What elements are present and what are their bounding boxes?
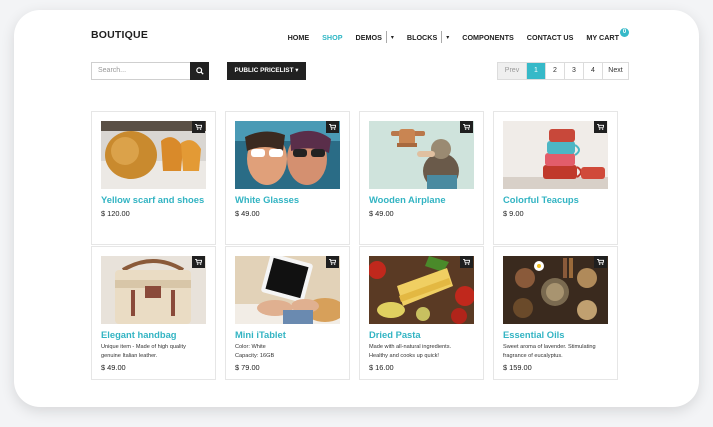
search-icon xyxy=(195,67,204,75)
cart-icon xyxy=(195,259,202,265)
pager-prev[interactable]: Prev xyxy=(498,63,526,79)
product-name[interactable]: White Glasses xyxy=(235,194,299,205)
nav-demos-label: DEMOS xyxy=(355,32,382,42)
nav-blocks-label: BLOCKS xyxy=(406,32,438,42)
product-image-essential-oils[interactable] xyxy=(503,256,608,324)
cart-icon xyxy=(463,259,470,265)
nav-cart-label: MY CART xyxy=(586,32,619,42)
search-button[interactable] xyxy=(190,62,209,80)
main-nav: HOME SHOP DEMOS ▾ BLOCKS ▾ COMPONENTS CO… xyxy=(275,27,629,43)
product-price: $ 49.00 xyxy=(369,209,394,218)
pager-next[interactable]: Next xyxy=(602,63,628,79)
nav-contact[interactable]: CONTACT US xyxy=(527,33,574,42)
add-to-cart-button[interactable] xyxy=(192,121,205,133)
product-description: Unique item - Made of high quality genui… xyxy=(101,343,211,360)
product-image-dried-pasta[interactable] xyxy=(369,256,474,324)
nav-shop[interactable]: SHOP xyxy=(322,33,342,42)
product-image-mini-itablet[interactable] xyxy=(235,256,340,324)
product-card[interactable]: Colorful Teacups $ 9.00 xyxy=(493,111,618,245)
product-image-scarf-shoes[interactable] xyxy=(101,121,206,189)
add-to-cart-button[interactable] xyxy=(192,256,205,268)
product-name[interactable]: Dried Pasta xyxy=(369,329,421,340)
product-name[interactable]: Elegant handbag xyxy=(101,329,177,340)
nav-separator xyxy=(385,31,387,43)
nav-blocks[interactable]: BLOCKS ▾ xyxy=(407,31,449,43)
product-name[interactable]: Mini iTablet xyxy=(235,329,286,340)
search-input[interactable]: Search... xyxy=(91,62,190,80)
product-card[interactable]: Essential Oils Sweet aroma of lavender. … xyxy=(493,246,618,380)
product-price: $ 120.00 xyxy=(101,209,130,218)
product-description-line: Sweet aroma of lavender. Stimulating xyxy=(503,344,596,350)
add-to-cart-button[interactable] xyxy=(594,121,607,133)
product-name[interactable]: Wooden Airplane xyxy=(369,194,446,205)
product-name[interactable]: Essential Oils xyxy=(503,329,565,340)
pager-page-2[interactable]: 2 xyxy=(545,63,564,79)
product-description: Sweet aroma of lavender. Stimulating fra… xyxy=(503,343,613,360)
cart-icon xyxy=(463,124,470,130)
product-price: $ 79.00 xyxy=(235,363,260,372)
product-price: $ 16.00 xyxy=(369,363,394,372)
product-card[interactable]: White Glasses $ 49.00 xyxy=(225,111,350,245)
product-card[interactable]: Dried Pasta Made with all-natural ingred… xyxy=(359,246,484,380)
cart-icon xyxy=(597,124,604,130)
product-description-line: Healthy and cooks up quick! xyxy=(369,352,439,359)
product-image-handbag[interactable] xyxy=(101,256,206,324)
pager-page-3[interactable]: 3 xyxy=(564,63,583,79)
nav-demos[interactable]: DEMOS ▾ xyxy=(356,31,394,43)
product-description-line: Capacity: 16GB xyxy=(235,352,275,359)
add-to-cart-button[interactable] xyxy=(326,256,339,268)
product-description-line: Made with all-natural ingredients. xyxy=(369,344,452,350)
product-image-teacups[interactable] xyxy=(503,121,608,189)
cart-count-badge: 0 xyxy=(620,27,629,37)
nav-components[interactable]: COMPONENTS xyxy=(462,33,514,42)
browser-frame: BOUTIQUE HOME SHOP DEMOS ▾ BLOCKS ▾ COMP… xyxy=(14,10,699,407)
nav-home[interactable]: HOME xyxy=(288,33,310,42)
add-to-cart-button[interactable] xyxy=(326,121,339,133)
product-description: Color: White Capacity: 16GB xyxy=(235,343,345,360)
product-card[interactable]: Elegant handbag Unique item - Made of hi… xyxy=(91,246,216,380)
product-name[interactable]: Yellow scarf and shoes xyxy=(101,194,204,205)
product-price: $ 49.00 xyxy=(101,363,126,372)
pager-page-4[interactable]: 4 xyxy=(583,63,602,79)
product-description-line: fragrance of eucalyptus. xyxy=(503,352,563,359)
product-description-line: Unique item - Made of high quality xyxy=(101,344,186,350)
product-price: $ 9.00 xyxy=(503,209,524,218)
cart-icon xyxy=(597,259,604,265)
cart-icon xyxy=(195,124,202,130)
product-card[interactable]: Mini iTablet Color: White Capacity: 16GB… xyxy=(225,246,350,380)
product-image-white-glasses[interactable] xyxy=(235,121,340,189)
caret-down-icon[interactable]: ▾ xyxy=(446,34,449,41)
product-description-line: Color: White xyxy=(235,344,266,350)
product-description: Made with all-natural ingredients. Healt… xyxy=(369,343,479,360)
product-description-line: genuine Italian leather. xyxy=(101,352,158,359)
brand-logo[interactable]: BOUTIQUE xyxy=(91,29,148,41)
product-image-wooden-airplane[interactable] xyxy=(369,121,474,189)
product-name[interactable]: Colorful Teacups xyxy=(503,194,579,205)
product-card[interactable]: Yellow scarf and shoes $ 120.00 xyxy=(91,111,216,245)
cart-icon xyxy=(329,124,336,130)
add-to-cart-button[interactable] xyxy=(594,256,607,268)
nav-separator xyxy=(441,31,443,43)
product-price: $ 159.00 xyxy=(503,363,532,372)
product-price: $ 49.00 xyxy=(235,209,260,218)
cart-icon xyxy=(329,259,336,265)
pricelist-dropdown[interactable]: PUBLIC PRICELIST ▾ xyxy=(227,62,306,80)
nav-my-cart[interactable]: MY CART 0 xyxy=(586,27,629,42)
product-card[interactable]: Wooden Airplane $ 49.00 xyxy=(359,111,484,245)
add-to-cart-button[interactable] xyxy=(460,256,473,268)
pagination: Prev 1 2 3 4 Next xyxy=(497,62,629,80)
caret-down-icon[interactable]: ▾ xyxy=(391,34,394,41)
add-to-cart-button[interactable] xyxy=(460,121,473,133)
pager-page-1[interactable]: 1 xyxy=(526,63,545,79)
